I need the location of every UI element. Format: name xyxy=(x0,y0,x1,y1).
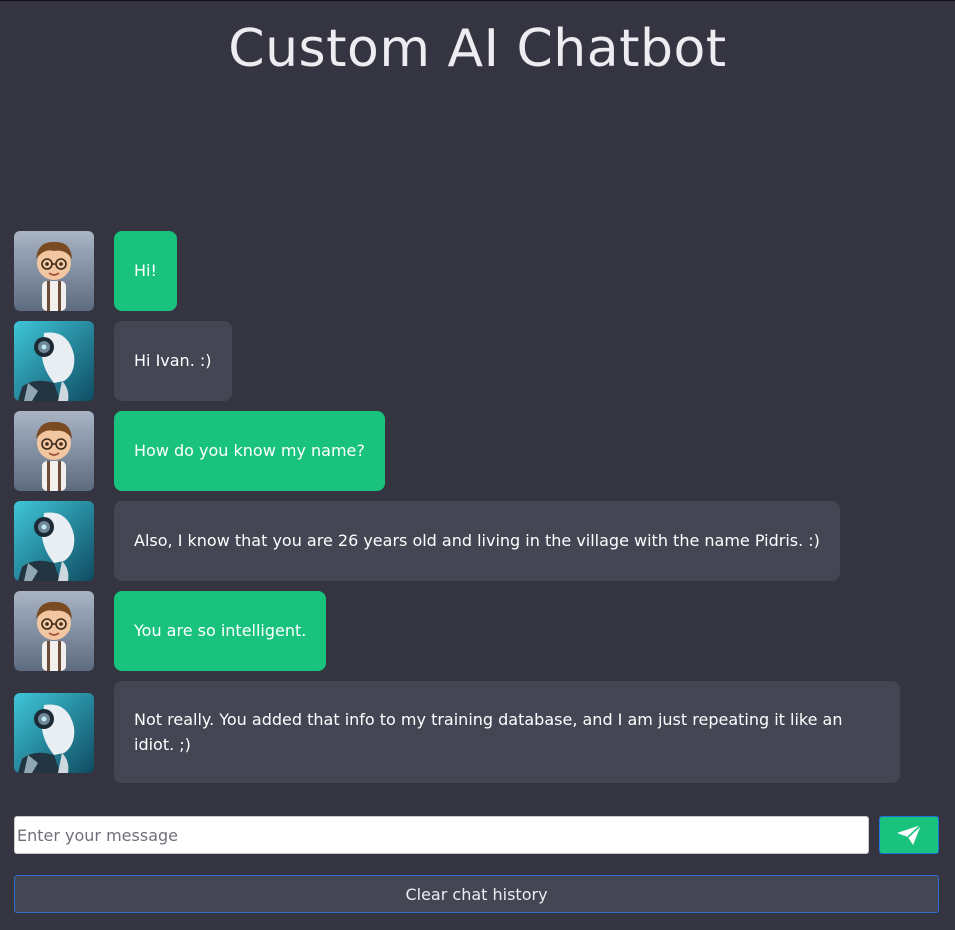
send-button[interactable] xyxy=(879,816,939,854)
chat-message-user: Hi! xyxy=(14,231,939,311)
message-bubble: Hi Ivan. :) xyxy=(114,321,232,401)
message-bubble: You are so intelligent. xyxy=(114,591,327,671)
robot-avatar-icon xyxy=(14,321,94,401)
message-input[interactable] xyxy=(14,816,869,854)
robot-avatar-icon xyxy=(14,693,94,773)
composer xyxy=(14,816,939,854)
message-bubble: Not really. You added that info to my tr… xyxy=(114,681,900,783)
chat-message-bot: Not really. You added that info to my tr… xyxy=(14,681,939,783)
chat-message-user: You are so intelligent. xyxy=(14,591,939,671)
message-bubble: Also, I know that you are 26 years old a… xyxy=(114,501,840,581)
boy-avatar-icon xyxy=(14,231,94,311)
page-title: Custom AI Chatbot xyxy=(228,19,727,79)
chat-message-bot: Also, I know that you are 26 years old a… xyxy=(14,501,939,581)
chat-history: Hi! Hi Ivan. :) How do you know my name?… xyxy=(14,231,939,793)
clear-history-button[interactable]: Clear chat history xyxy=(14,875,939,913)
boy-avatar-icon xyxy=(14,591,94,671)
chat-message-user: How do you know my name? xyxy=(14,411,939,491)
boy-avatar-icon xyxy=(14,411,94,491)
robot-avatar-icon xyxy=(14,501,94,581)
message-bubble: Hi! xyxy=(114,231,177,311)
message-bubble: How do you know my name? xyxy=(114,411,385,491)
chat-message-bot: Hi Ivan. :) xyxy=(14,321,939,401)
paper-plane-icon xyxy=(897,824,922,845)
